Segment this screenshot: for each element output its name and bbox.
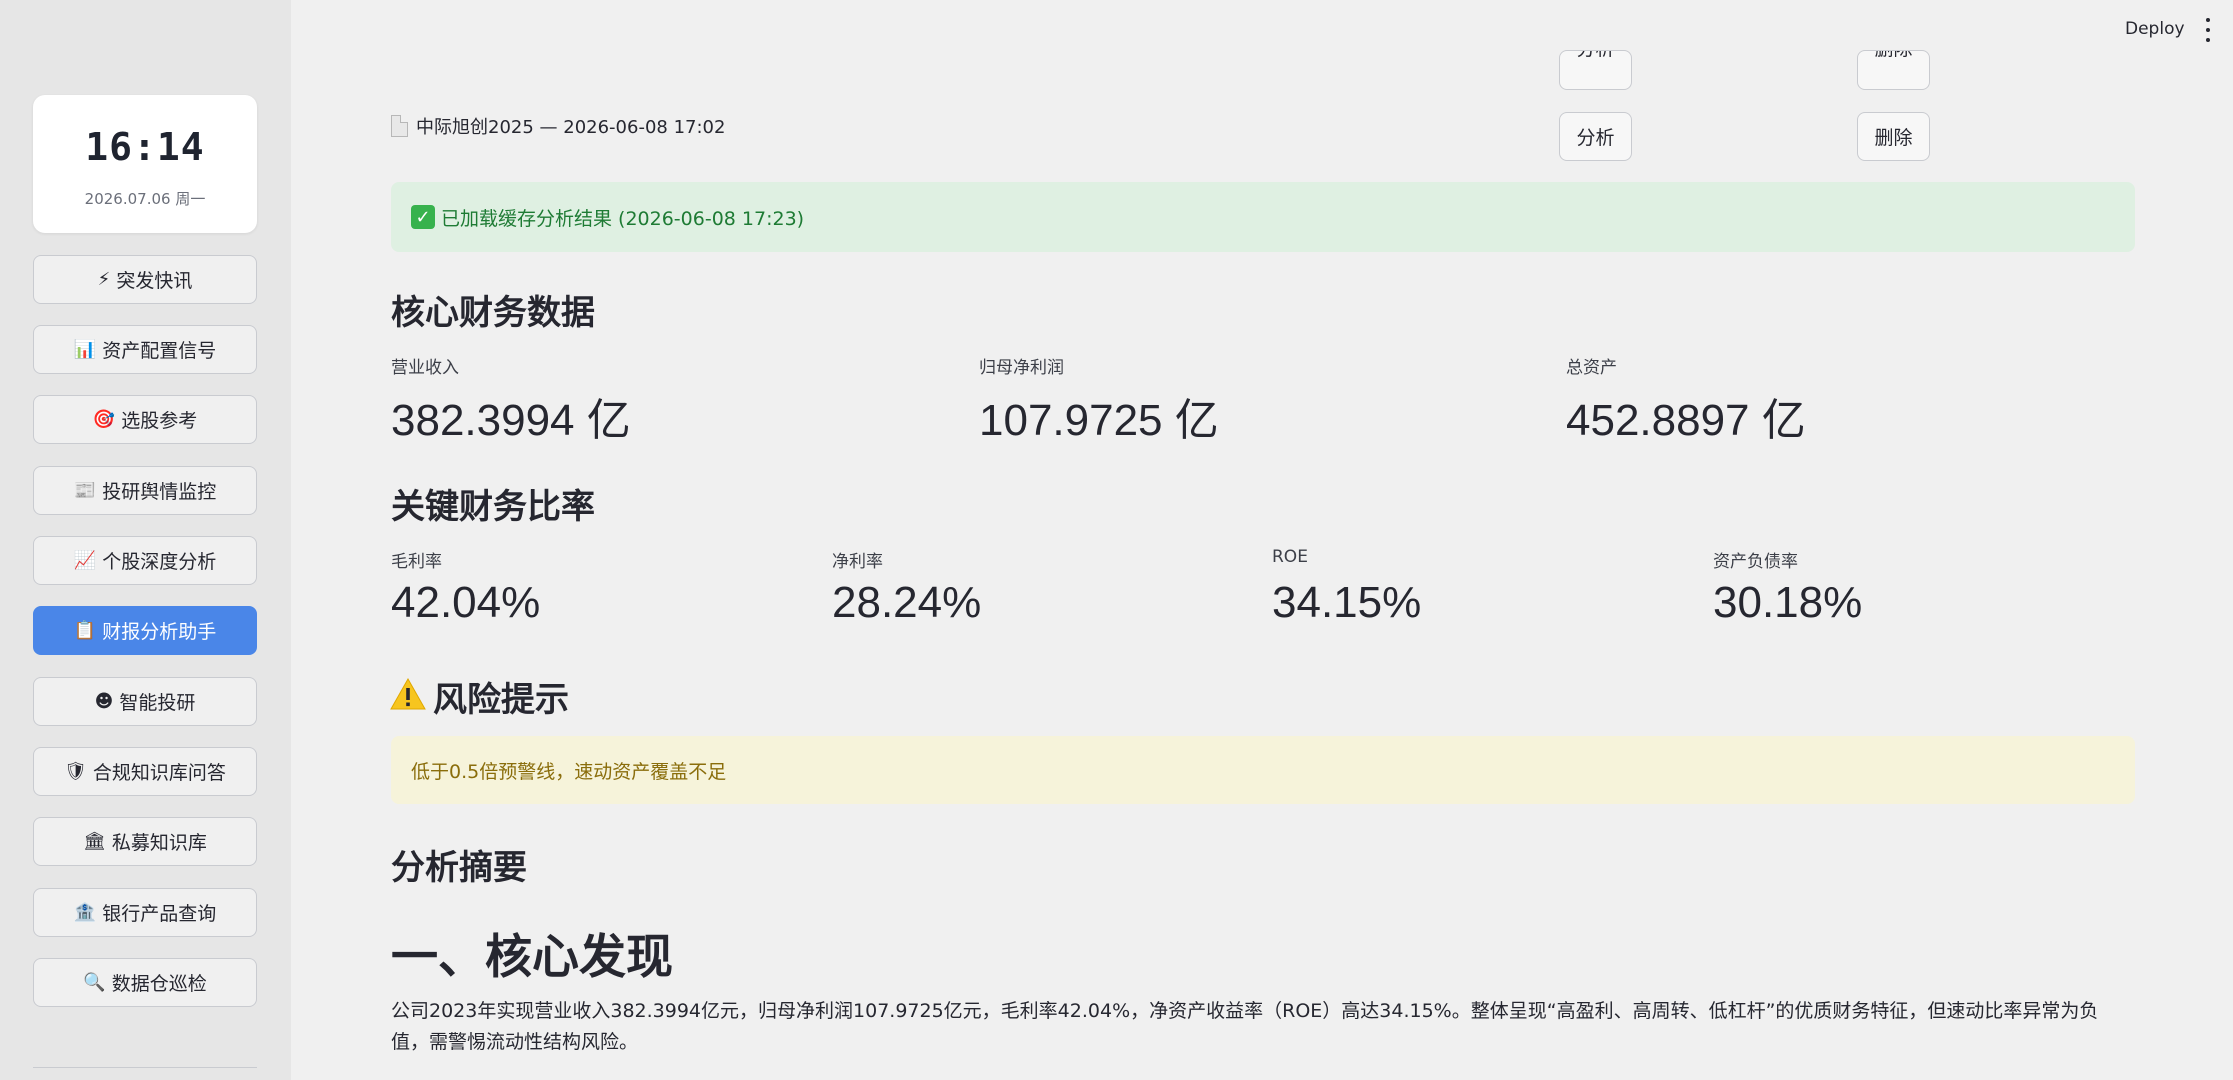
classical-building-icon: 🏛 (83, 831, 106, 852)
analyze-button-prev[interactable]: 分析 (1559, 50, 1632, 90)
report-title: 中际旭创2025 — 2026-06-08 17:02 (416, 117, 726, 138)
metric-label: 归母净利润 (979, 358, 1064, 378)
warning-icon (390, 678, 426, 710)
sidebar-item-asset-allocation[interactable]: 📊 资产配置信号 (33, 325, 257, 374)
lightning-icon: ⚡ (97, 269, 111, 290)
sidebar-item-smart-research[interactable]: ☻ 智能投研 (33, 677, 257, 726)
metric-value: 34.15% (1272, 578, 1422, 627)
clipboard-icon: 📋 (73, 620, 97, 641)
metric-value: 382.3994 亿 (391, 396, 631, 445)
metric-label: 资产负债率 (1713, 552, 1798, 572)
metric-label: 总资产 (1566, 358, 1617, 378)
sidebar-item-breaking-news[interactable]: ⚡ 突发快讯 (33, 255, 257, 304)
warning-alert: 低于0.5倍预警线，速动资产覆盖不足 (391, 736, 2135, 804)
magnifier-icon: 🔍 (83, 972, 106, 993)
sidebar-item-label: 数据仓巡检 (111, 973, 207, 995)
sidebar-item-label: 合规知识库问答 (92, 762, 226, 784)
sidebar-item-label: 财报分析助手 (102, 621, 217, 643)
metric-label: 净利率 (832, 552, 883, 572)
bank-icon: 🏦 (73, 902, 97, 923)
sidebar-item-label: 银行产品查询 (102, 903, 217, 925)
delete-button-prev[interactable]: 删除 (1857, 50, 1930, 90)
clock-time: 16:14 (85, 125, 205, 169)
sidebar-item-label: 选股参考 (121, 410, 198, 432)
kebab-menu-icon[interactable] (2203, 18, 2213, 42)
sidebar-item-label: 突发快讯 (116, 270, 193, 292)
sidebar-item-stock-picks[interactable]: 🎯 选股参考 (33, 395, 257, 444)
sidebar-item-compliance-qa[interactable]: 🛡 合规知识库问答 (33, 747, 257, 796)
sidebar-item-report-assistant[interactable]: 📋 财报分析助手 (33, 606, 257, 655)
success-text: 已加载缓存分析结果 (2026-06-08 17:23) (441, 207, 805, 230)
sidebar-item-label: 私募知识库 (111, 832, 207, 854)
bar-chart-icon: 📊 (73, 339, 97, 360)
sidebar-item-label: 资产配置信号 (102, 340, 217, 362)
sidebar-item-label: 个股深度分析 (102, 551, 217, 573)
checkmark-icon: ✓ (411, 205, 435, 229)
sidebar-item-bank-products[interactable]: 🏦 银行产品查询 (33, 888, 257, 937)
delete-button[interactable]: 删除 (1857, 112, 1930, 161)
metric-value: 30.18% (1713, 578, 1863, 627)
analyze-button[interactable]: 分析 (1559, 112, 1632, 161)
metric-label: 营业收入 (391, 358, 459, 378)
robot-icon: ☻ (94, 691, 114, 712)
sidebar-item-sentiment-monitor[interactable]: 📰 投研舆情监控 (33, 466, 257, 515)
metric-label: 毛利率 (391, 552, 442, 572)
clock-card: 16:14 2026.07.06 周一 (33, 95, 257, 233)
metric-value: 28.24% (832, 578, 982, 627)
sidebar-divider (33, 1067, 257, 1068)
document-icon (391, 115, 408, 137)
metric-label: ROE (1272, 547, 1308, 567)
sidebar-item-label: 投研舆情监控 (102, 481, 217, 503)
sidebar-item-stock-analysis[interactable]: 📈 个股深度分析 (33, 536, 257, 585)
risk-heading: 风险提示 (433, 680, 569, 720)
warning-text: 低于0.5倍预警线，速动资产覆盖不足 (411, 760, 727, 783)
report-list-item: 中际旭创2025 — 2026-06-08 17:02 (391, 113, 725, 139)
summary-paragraph: 公司2023年实现营业收入382.3994亿元，归母净利润107.9725亿元，… (391, 1000, 2099, 1053)
metric-value: 452.8897 亿 (1566, 396, 1806, 445)
trend-chart-icon: 📈 (73, 550, 97, 571)
core-financials-heading: 核心财务数据 (391, 293, 595, 333)
deploy-button[interactable]: Deploy (2125, 19, 2185, 39)
metric-value: 42.04% (391, 578, 541, 627)
sidebar-item-warehouse-inspection[interactable]: 🔍 数据仓巡检 (33, 958, 257, 1007)
shield-icon: 🛡 (64, 761, 87, 782)
summary-heading: 分析摘要 (391, 848, 527, 888)
sidebar-item-label: 智能投研 (119, 692, 196, 714)
key-ratios-heading: 关键财务比率 (391, 487, 595, 527)
target-icon: 🎯 (92, 409, 116, 430)
clock-date: 2026.07.06 周一 (84, 190, 206, 208)
sidebar: 16:14 2026.07.06 周一 ⚡ 突发快讯 📊 资产配置信号 🎯 选股… (0, 0, 291, 1080)
success-alert: ✓ 已加载缓存分析结果 (2026-06-08 17:23) (391, 182, 2135, 252)
metric-value: 107.9725 亿 (979, 396, 1219, 445)
sidebar-item-private-fund-kb[interactable]: 🏛 私募知识库 (33, 817, 257, 866)
core-findings-heading: 一、核心发现 (391, 930, 673, 985)
newspaper-icon: 📰 (73, 480, 97, 501)
